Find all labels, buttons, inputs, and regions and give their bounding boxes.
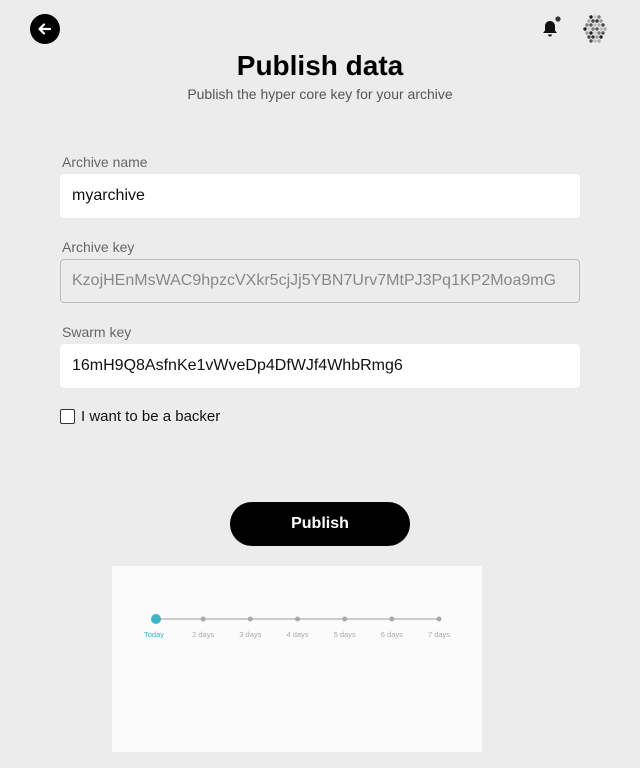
timeline-dot[interactable] <box>247 616 253 622</box>
avatar-dot <box>585 31 589 35</box>
timeline-label[interactable]: 5 days <box>334 630 356 639</box>
avatar-dot <box>591 35 595 39</box>
avatar-dot <box>583 27 587 31</box>
notifications-button[interactable] <box>540 16 562 40</box>
swarm-key-label: Swarm key <box>62 324 132 340</box>
arrow-left-icon <box>38 23 52 35</box>
avatar-dot <box>601 23 605 27</box>
timeline-slider[interactable]: Today 2 days 3 days 4 days 5 days 6 days 7 day… <box>112 566 482 752</box>
timeline-card: Today 2 days 3 days 4 days 5 days 6 days 7 day… <box>112 566 482 752</box>
timeline-label[interactable]: 7 days <box>428 630 450 639</box>
back-button[interactable] <box>30 14 60 44</box>
avatar-dot <box>587 27 591 31</box>
avatar-dot <box>601 31 605 35</box>
timeline-dot[interactable] <box>295 616 300 622</box>
avatar-dot <box>589 15 593 19</box>
swarm-key-input[interactable] <box>60 344 580 388</box>
identicon-avatar[interactable] <box>581 14 609 44</box>
timeline-dot[interactable] <box>151 614 161 624</box>
avatar-dot <box>591 19 595 23</box>
avatar-dot <box>599 19 603 23</box>
timeline-dot[interactable] <box>389 616 395 622</box>
avatar-dot <box>589 39 593 43</box>
page-subtitle: Publish the hyper core key for your arch… <box>187 86 453 102</box>
archive-key-input[interactable] <box>60 259 580 303</box>
backer-label: I want to be a backer <box>81 408 221 425</box>
avatar-dot <box>597 31 601 35</box>
timeline-dot[interactable] <box>342 616 348 622</box>
timeline-dot[interactable] <box>200 616 206 622</box>
avatar-dot <box>599 27 603 31</box>
timeline-dot[interactable] <box>436 616 442 622</box>
archive-name-input[interactable] <box>60 174 580 218</box>
timeline-label[interactable]: 6 days <box>381 630 403 639</box>
timeline-label[interactable]: Today <box>144 630 164 639</box>
archive-key-label: Archive key <box>62 239 135 255</box>
avatar-dot <box>585 23 589 27</box>
avatar-dot <box>593 39 597 43</box>
publish-button[interactable]: Publish <box>230 502 410 546</box>
timeline-label[interactable]: 3 days <box>239 630 261 639</box>
avatar-dot <box>595 27 599 31</box>
backer-option[interactable]: I want to be a backer <box>60 408 220 425</box>
avatar-dot <box>603 27 607 31</box>
avatar-dot <box>589 23 593 27</box>
avatar-dot <box>591 27 595 31</box>
avatar-dot <box>597 39 601 43</box>
timeline-label[interactable]: 2 days <box>192 630 214 639</box>
archive-name-label: Archive name <box>62 154 148 170</box>
avatar-dot <box>593 31 597 35</box>
timeline-label[interactable]: 4 days <box>286 630 308 639</box>
page-title: Publish data <box>236 50 404 81</box>
bell-icon <box>543 16 561 37</box>
avatar-dot <box>599 35 603 39</box>
avatar-icon <box>583 15 607 43</box>
avatar-dot <box>587 35 591 39</box>
avatar-dot <box>595 19 599 23</box>
avatar-dot <box>593 15 597 19</box>
backer-checkbox[interactable] <box>60 409 75 424</box>
avatar-dot <box>597 23 601 27</box>
avatar-dot <box>589 31 593 35</box>
avatar-dot <box>593 23 597 27</box>
avatar-dot <box>587 19 591 23</box>
avatar-dot <box>595 35 599 39</box>
avatar-dot <box>597 15 601 19</box>
